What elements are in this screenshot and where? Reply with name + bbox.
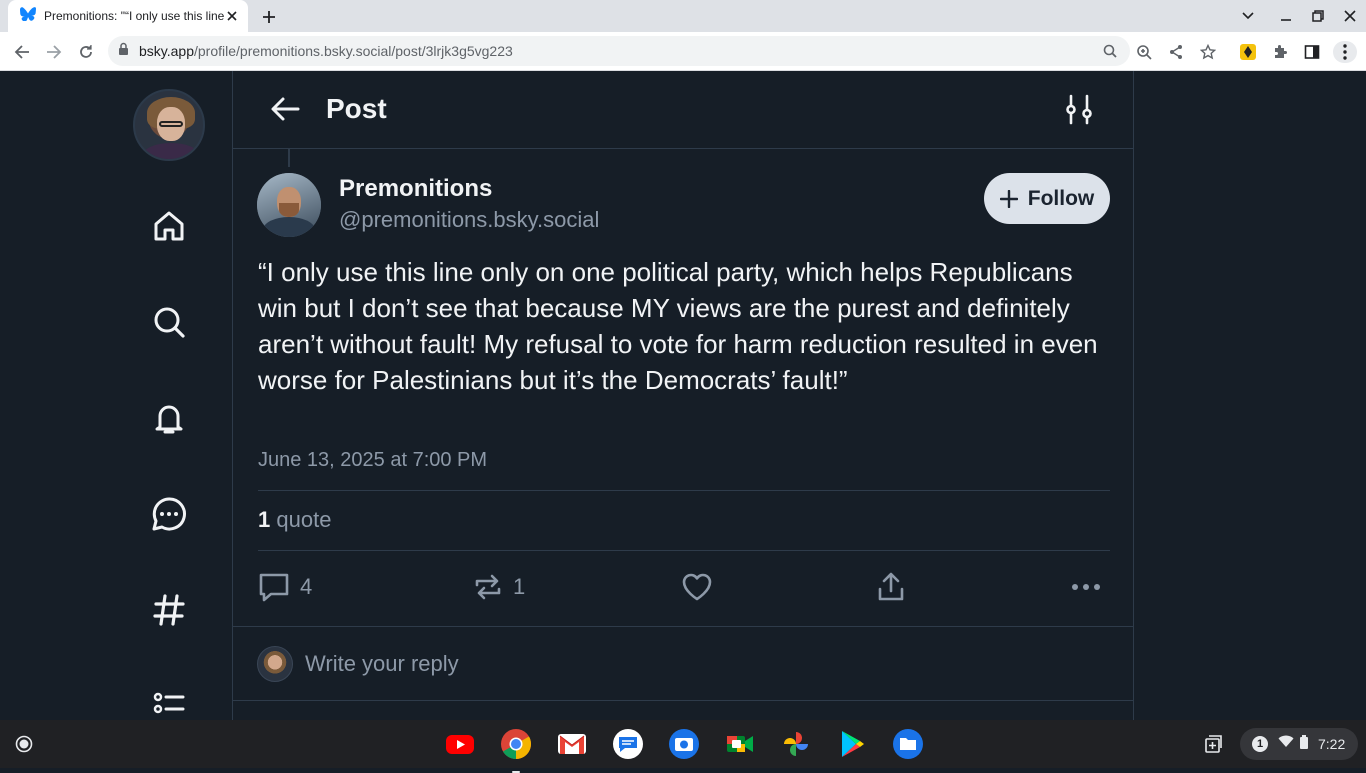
side-panel-icon[interactable] — [1301, 41, 1323, 63]
reply-bubble-icon — [259, 573, 289, 602]
notification-badge: 1 — [1252, 736, 1268, 752]
camera-app-icon[interactable] — [668, 728, 700, 760]
follow-button[interactable]: Follow — [984, 173, 1110, 224]
divider — [258, 550, 1110, 551]
quote-count[interactable]: 1 quote — [258, 507, 331, 533]
messages-app-icon[interactable] — [612, 728, 644, 760]
browser-toolbar: bsky.app/profile/premonitions.bsky.socia… — [0, 32, 1366, 71]
post-thread: Post Premonitions @premonitions.bsky.soc… — [232, 71, 1134, 720]
bluesky-favicon-icon — [20, 6, 36, 26]
heart-icon — [682, 573, 712, 601]
follow-label: Follow — [1027, 186, 1095, 210]
play-store-app-icon[interactable] — [836, 728, 868, 760]
user-avatar-small — [257, 646, 293, 682]
tab-strip: Premonitions: "“I only use this line — [0, 0, 1366, 32]
repost-icon — [475, 574, 501, 600]
like-button[interactable] — [681, 566, 713, 608]
bookmark-star-icon[interactable] — [1197, 41, 1219, 63]
address-bar[interactable]: bsky.app/profile/premonitions.bsky.socia… — [108, 36, 1130, 66]
zoom-icon[interactable] — [1133, 41, 1155, 63]
thread-line — [288, 149, 290, 167]
lists-icon[interactable] — [148, 685, 190, 720]
post-actions: 4 1 — [233, 566, 1133, 608]
user-avatar[interactable] — [133, 89, 205, 161]
back-arrow-icon[interactable] — [10, 40, 34, 64]
reply-button[interactable]: 4 — [258, 566, 312, 608]
author-name[interactable]: Premonitions — [339, 175, 492, 203]
plus-icon — [999, 189, 1018, 208]
tab-search-chevron-icon[interactable] — [1237, 6, 1259, 26]
extension-badge-icon[interactable] — [1237, 41, 1259, 63]
close-window-icon[interactable] — [1339, 6, 1361, 26]
search-nav-icon[interactable] — [148, 301, 190, 343]
close-tab-icon[interactable] — [224, 8, 240, 24]
divider — [258, 490, 1110, 491]
launcher-icon[interactable] — [8, 728, 40, 760]
gmail-app-icon[interactable] — [556, 728, 588, 760]
tab-title: Premonitions: "“I only use this line — [44, 9, 224, 23]
wifi-icon — [1278, 735, 1294, 753]
post-text: “I only use this line only on one politi… — [258, 257, 1098, 395]
reply-count: 4 — [300, 574, 313, 599]
post-timestamp: June 13, 2025 at 7:00 PM — [258, 449, 488, 471]
repost-button[interactable]: 1 — [473, 566, 525, 608]
repost-count: 1 — [513, 574, 526, 599]
author-avatar[interactable] — [257, 173, 321, 237]
new-tab-icon[interactable] — [258, 6, 280, 28]
feeds-hashtag-icon[interactable] — [148, 589, 190, 631]
more-options-button[interactable] — [1071, 566, 1101, 608]
status-tray[interactable]: 1 7:22 — [1240, 728, 1358, 760]
minimize-icon[interactable] — [1275, 6, 1297, 26]
menu-kebab-icon[interactable] — [1333, 41, 1357, 63]
browser-tab[interactable]: Premonitions: "“I only use this line — [8, 0, 248, 32]
extensions-puzzle-icon[interactable] — [1269, 41, 1291, 63]
notifications-bell-icon[interactable] — [148, 397, 190, 439]
battery-icon — [1300, 734, 1308, 754]
clock: 7:22 — [1318, 736, 1346, 752]
page-title: Post — [326, 93, 387, 124]
ellipsis-icon — [1072, 584, 1100, 590]
reload-icon[interactable] — [74, 40, 98, 64]
bluesky-page: Post Premonitions @premonitions.bsky.soc… — [0, 71, 1366, 720]
share-icon[interactable] — [1165, 41, 1187, 63]
files-app-icon[interactable] — [892, 728, 924, 760]
share-button[interactable] — [876, 566, 906, 608]
thread-settings-icon[interactable] — [1063, 93, 1095, 125]
photos-app-icon[interactable] — [780, 728, 812, 760]
home-icon[interactable] — [148, 205, 190, 247]
back-arrow-icon[interactable] — [269, 93, 301, 125]
share-upload-icon — [878, 572, 904, 601]
lock-icon — [118, 42, 129, 61]
post-header: Post — [233, 71, 1133, 149]
reply-input[interactable]: Write your reply — [305, 651, 1005, 677]
author-handle[interactable]: @premonitions.bsky.social — [339, 207, 599, 233]
tote-holding-space-icon[interactable] — [1200, 730, 1228, 758]
url-text: bsky.app/profile/premonitions.bsky.socia… — [139, 43, 513, 59]
os-shelf: 1 7:22 — [0, 720, 1366, 773]
chat-icon[interactable] — [148, 493, 190, 535]
forward-arrow-icon[interactable] — [42, 40, 66, 64]
meet-app-icon[interactable] — [724, 728, 756, 760]
search-icon[interactable] — [1102, 43, 1118, 59]
restore-icon[interactable] — [1307, 6, 1329, 26]
youtube-app-icon[interactable] — [444, 728, 476, 760]
chrome-app-icon[interactable] — [500, 728, 532, 773]
reply-composer[interactable]: Write your reply — [233, 626, 1133, 701]
